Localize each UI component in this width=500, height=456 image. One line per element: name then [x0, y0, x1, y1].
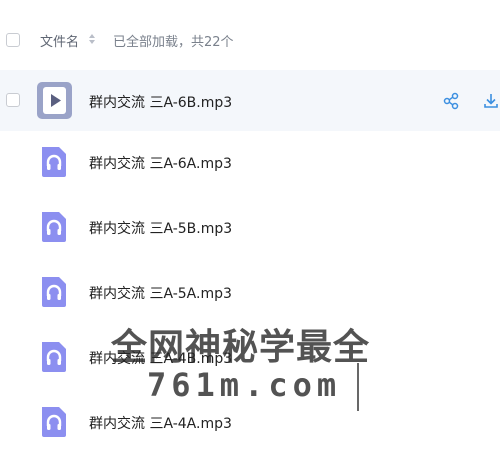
file-row[interactable]: 群内交流 三A-5A.mp3 — [0, 261, 500, 326]
file-name[interactable]: 群内交流 三A-6A.mp3 — [89, 153, 232, 173]
column-header-filename[interactable]: 文件名 — [40, 31, 79, 50]
share-icon[interactable] — [442, 92, 460, 110]
file-list: 群内交流 三A-6B.mp3 群内交流 三A-6A.mp3 群内交流 三A-5B… — [0, 70, 500, 456]
file-row[interactable]: 群内交流 三A-6B.mp3 — [0, 70, 500, 131]
file-name[interactable]: 群内交流 三A-4B.mp3 — [89, 348, 232, 368]
file-row[interactable]: 群内交流 三A-4A.mp3 — [0, 391, 500, 456]
audio-file-icon — [38, 210, 70, 244]
select-all-checkbox[interactable] — [6, 33, 20, 47]
file-name[interactable]: 群内交流 三A-6B.mp3 — [89, 92, 232, 112]
file-name[interactable]: 群内交流 三A-4A.mp3 — [89, 413, 232, 433]
file-list-header: 文件名 已全部加载，共22个 — [0, 0, 500, 70]
audio-file-icon — [38, 405, 70, 439]
file-name[interactable]: 群内交流 三A-5B.mp3 — [89, 218, 232, 238]
row-checkbox[interactable] — [6, 93, 20, 107]
sort-icon[interactable] — [89, 33, 95, 45]
audio-file-icon — [37, 82, 72, 119]
download-icon[interactable] — [482, 92, 500, 110]
load-status-text: 已全部加载，共22个 — [113, 35, 234, 50]
audio-file-icon — [38, 145, 70, 179]
file-row[interactable]: 群内交流 三A-4B.mp3 — [0, 326, 500, 391]
file-row[interactable]: 群内交流 三A-5B.mp3 — [0, 196, 500, 261]
file-name[interactable]: 群内交流 三A-5A.mp3 — [89, 283, 232, 303]
audio-file-icon — [38, 340, 70, 374]
file-row[interactable]: 群内交流 三A-6A.mp3 — [0, 131, 500, 196]
audio-file-icon — [38, 275, 70, 309]
